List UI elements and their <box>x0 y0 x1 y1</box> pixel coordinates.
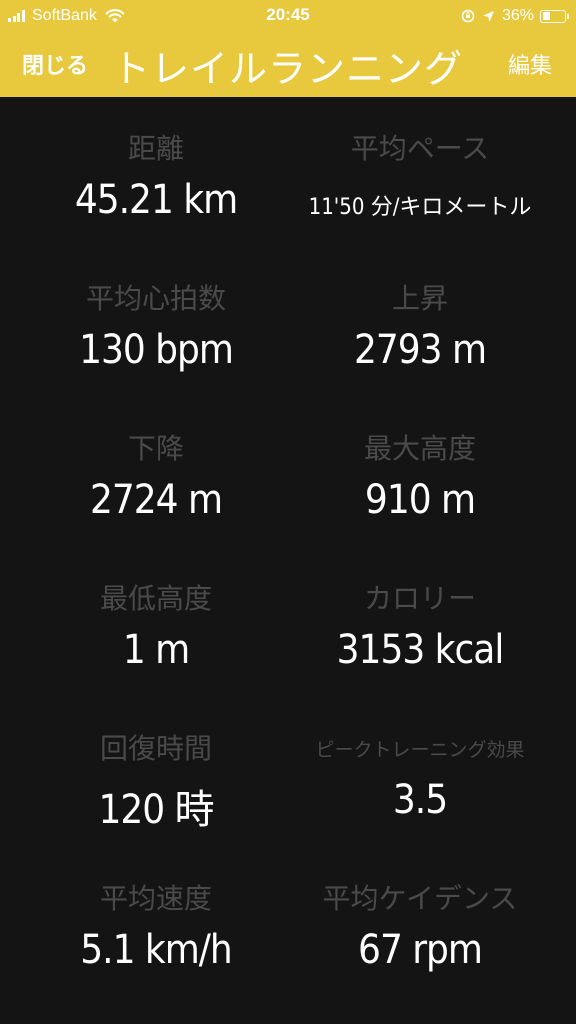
stat-value: 3.5 <box>392 777 448 823</box>
stat-label: ピークトレーニング効果 <box>315 739 525 761</box>
battery-tip <box>567 13 569 19</box>
location-icon <box>482 10 494 22</box>
battery-icon <box>540 9 569 23</box>
stat-label: 平均速度 <box>99 882 212 915</box>
stat-value: 3153 kcal <box>336 627 505 673</box>
stat-label: 上昇 <box>391 282 448 315</box>
edit-button[interactable]: 編集 <box>508 48 552 80</box>
stat-value: 2793 m <box>353 327 487 373</box>
stat-label: 距離 <box>127 132 184 165</box>
stat-value: 120 時 <box>98 787 214 833</box>
status-right: 36% <box>461 6 569 26</box>
stat-value: 910 m <box>364 477 476 523</box>
stat-value: 5.1 km/h <box>80 927 232 973</box>
stat-value: 2724 m <box>89 477 223 523</box>
header-bar: SoftBank 20:45 36% 閉じる トレイルランニング 編集 <box>0 0 576 97</box>
page-title: トレイルランニング <box>112 47 464 91</box>
stat-label: 平均心拍数 <box>85 282 226 315</box>
stat-label: 平均ケイデンス <box>322 882 518 915</box>
stat-label: 回復時間 <box>99 732 212 765</box>
stat-value: 67 rpm <box>358 927 483 973</box>
stat-value: 1 m <box>122 627 190 673</box>
stat-value: 45.21 km <box>74 177 238 223</box>
close-button[interactable]: 閉じる <box>22 48 88 80</box>
stat-label: 平均ペース <box>350 132 490 165</box>
stat-label: 最低高度 <box>99 582 212 615</box>
orientation-lock-icon <box>461 9 475 23</box>
battery-percent: 36% <box>501 7 534 24</box>
stat-label: 下降 <box>127 432 184 465</box>
stat-value: 130 bpm <box>79 327 234 373</box>
stat-label: カロリー <box>363 582 476 615</box>
status-bar: SoftBank 20:45 36% <box>0 0 576 32</box>
battery-fill <box>542 12 550 20</box>
stat-label: 最大高度 <box>363 432 476 465</box>
stat-value: 11'50 分/キロメートル <box>308 195 532 220</box>
